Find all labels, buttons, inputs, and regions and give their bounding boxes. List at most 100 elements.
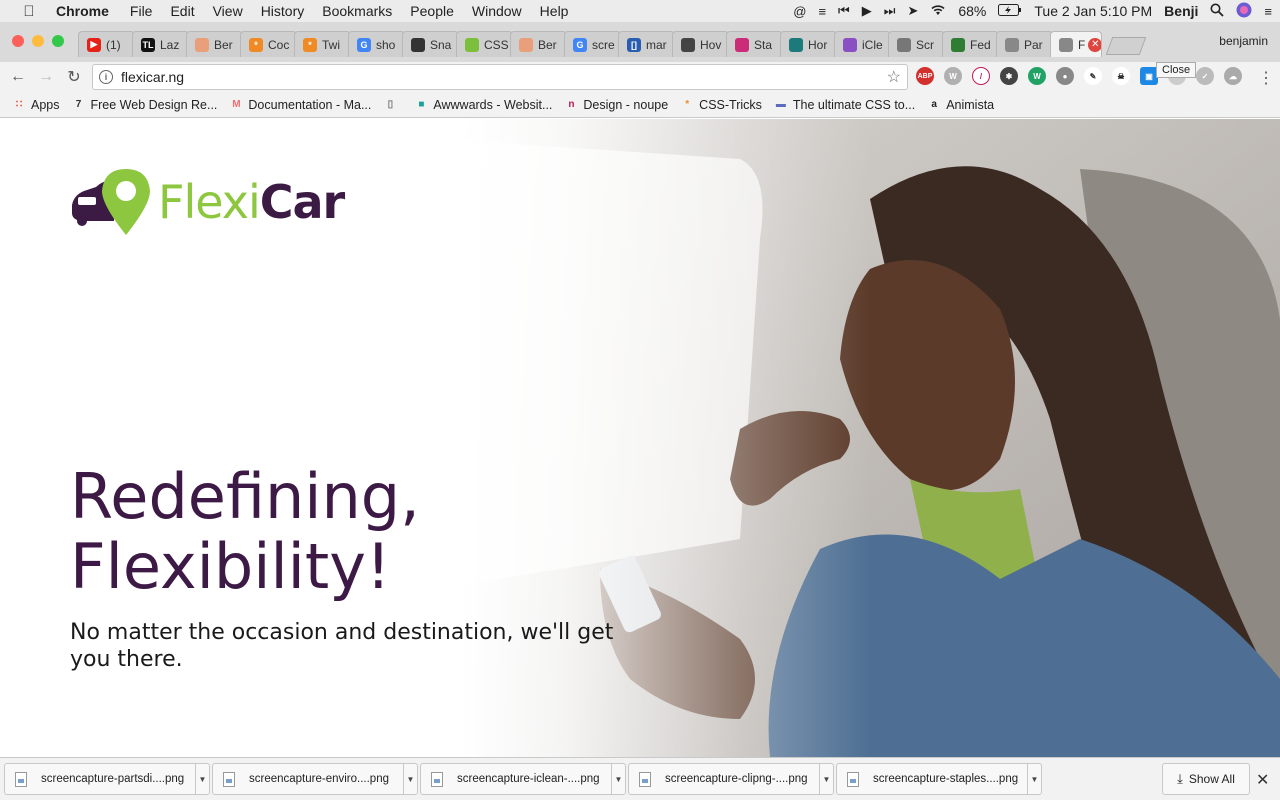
png-file-icon [223, 771, 235, 787]
flexicar-logo[interactable]: FlexiCar [70, 167, 345, 237]
download-options-chevron-icon[interactable]: ▼ [403, 764, 417, 794]
wifi-icon[interactable] [930, 4, 946, 19]
tab[interactable]: TL Laz [132, 31, 189, 57]
tab[interactable]: ▶ (1) [78, 31, 135, 57]
next-track-icon[interactable]: ⏭ [884, 3, 896, 19]
tab[interactable]: CSS [456, 31, 513, 57]
tab-strip: ▶ (1) TL Laz Ber * Coc * Twi Gsho Sna CSS Ber Gscre[]… [0, 22, 1280, 62]
tab[interactable]: Sna [402, 31, 459, 57]
cloud-extension-icon[interactable]: ☁ [1224, 67, 1242, 85]
menu-view[interactable]: View [213, 3, 243, 19]
tab[interactable]: * Coc [240, 31, 297, 57]
tab-label: F [1078, 37, 1086, 52]
tab[interactable]: Gscre [564, 31, 621, 57]
download-options-chevron-icon[interactable]: ▼ [195, 764, 209, 794]
tab-active[interactable]: F ✕ [1050, 31, 1102, 57]
tab[interactable]: Par [996, 31, 1053, 57]
camera-extension-icon[interactable]: ● [1056, 67, 1074, 85]
at-sign-icon[interactable]: @ [793, 4, 806, 19]
close-downloads-bar-icon[interactable]: ✕ [1256, 770, 1269, 790]
app-menu-chrome[interactable]: Chrome [56, 3, 109, 19]
menu-dots-icon[interactable]: ⋮ [1258, 68, 1274, 88]
menu-edit[interactable]: Edit [170, 3, 194, 19]
tab-label: Hov [700, 37, 722, 52]
tab[interactable]: [] mar [618, 31, 675, 57]
rocket-icon[interactable]: ➤ [907, 3, 918, 19]
menu-file[interactable]: File [130, 3, 153, 19]
show-all-downloads-button[interactable]: ⤓ Show All [1162, 763, 1250, 795]
tab[interactable]: Ber [186, 31, 243, 57]
address-bar[interactable]: i flexicar.ng ☆ [92, 64, 908, 90]
bookmark-item[interactable]: 7 Free Web Design Re... [72, 98, 218, 112]
bookmark-item[interactable]: ▯ [383, 98, 402, 112]
download-item[interactable]: screencapture-iclean-....png ▼ [420, 763, 626, 795]
tab-label: Par [1024, 37, 1043, 52]
checkmark-extension-icon[interactable]: ✓ [1196, 67, 1214, 85]
menu-bookmarks[interactable]: Bookmarks [322, 3, 392, 19]
bookmark-item[interactable]: * CSS-Tricks [680, 98, 762, 112]
wordpress-gray-icon[interactable]: W [944, 67, 962, 85]
download-item[interactable]: screencapture-clipng-....png ▼ [628, 763, 834, 795]
spotlight-search-icon[interactable] [1210, 3, 1225, 20]
notification-center-icon[interactable]: ≡ [1264, 4, 1272, 19]
address-url[interactable]: flexicar.ng [121, 69, 184, 85]
bookmark-item[interactable]: ■ Awwwards - Websit... [414, 98, 552, 112]
snapshot-icon [411, 37, 425, 52]
reload-button[interactable]: ↻ [60, 67, 88, 87]
pen-extension-icon[interactable]: / [972, 67, 990, 85]
close-window-button[interactable] [12, 35, 24, 47]
tab[interactable]: Fed [942, 31, 999, 57]
tab[interactable]: Hov [672, 31, 729, 57]
tab[interactable]: Hor [780, 31, 837, 57]
close-tab-icon[interactable]: ✕ [1088, 37, 1101, 52]
ninja-extension-icon[interactable]: ☠ [1112, 67, 1130, 85]
bookmark-item[interactable]: n Design - noupe [564, 98, 668, 112]
site-info-icon[interactable]: i [99, 70, 113, 84]
bookmark-item[interactable]: ∷ Apps [12, 98, 60, 112]
bookmark-item[interactable]: ▬ The ultimate CSS to... [774, 98, 915, 112]
download-options-chevron-icon[interactable]: ▼ [611, 764, 625, 794]
back-button[interactable]: ← [4, 68, 32, 86]
tab[interactable]: Ber [510, 31, 567, 57]
tab[interactable]: Scr [888, 31, 945, 57]
menu-help[interactable]: Help [540, 3, 569, 19]
new-tab-button[interactable] [1105, 37, 1147, 55]
play-icon[interactable]: ▶ [862, 3, 872, 19]
settings-extension-icon[interactable]: ✱ [1000, 67, 1018, 85]
wordpress-green-icon[interactable]: W [1028, 67, 1046, 85]
zoom-window-button[interactable] [52, 35, 64, 47]
apple-menu-icon[interactable]:  [16, 3, 42, 20]
siri-icon[interactable] [1236, 2, 1252, 21]
download-item[interactable]: screencapture-staples....png ▼ [836, 763, 1042, 795]
download-options-chevron-icon[interactable]: ▼ [819, 764, 833, 794]
clock[interactable]: Tue 2 Jan 5:10 PM [1034, 3, 1152, 19]
previous-track-icon[interactable]: ⏮ [838, 3, 850, 19]
logo-text-car: Car [259, 175, 345, 229]
pen-icon [843, 37, 857, 52]
tab[interactable]: iCle [834, 31, 891, 57]
list-icon[interactable]: ≡ [818, 4, 826, 19]
profile-name[interactable]: benjamin [1219, 34, 1268, 48]
tab[interactable]: * Twi [294, 31, 351, 57]
download-filename: screencapture-staples....png [873, 773, 1019, 785]
tab[interactable]: Sta [726, 31, 783, 57]
bookmark-item[interactable]: a Animista [927, 98, 994, 112]
tab[interactable]: Gsho [348, 31, 405, 57]
menu-people[interactable]: People [410, 3, 454, 19]
menu-window[interactable]: Window [472, 3, 522, 19]
minimize-window-button[interactable] [32, 35, 44, 47]
download-item[interactable]: screencapture-enviro....png ▼ [212, 763, 418, 795]
user-name[interactable]: Benji [1164, 3, 1198, 19]
tab-label: Coc [268, 37, 290, 52]
tab-label: Sta [754, 37, 773, 52]
forward-button[interactable]: → [32, 68, 60, 86]
eyedropper-icon[interactable]: ✎ [1084, 67, 1102, 85]
download-options-chevron-icon[interactable]: ▼ [1027, 764, 1041, 794]
bookmark-item[interactable]: M Documentation - Ma... [229, 98, 371, 112]
bookmark-star-icon[interactable]: ☆ [887, 67, 901, 87]
download-item[interactable]: screencapture-partsdi....png ▼ [4, 763, 210, 795]
battery-charging-icon[interactable] [998, 3, 1022, 19]
adblock-plus-icon[interactable]: ABP [916, 67, 934, 85]
tab-label: Scr [916, 37, 934, 52]
menu-history[interactable]: History [261, 3, 305, 19]
